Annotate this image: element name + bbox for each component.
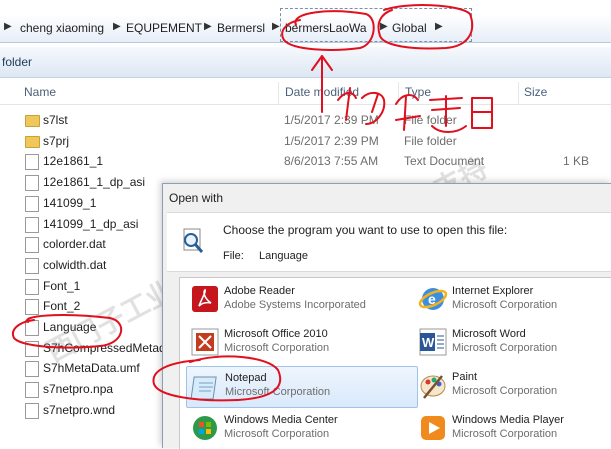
folder-icon (25, 135, 40, 148)
program-item[interactable]: Notepad Microsoft Corporation (186, 366, 418, 408)
column-divider[interactable] (278, 82, 279, 104)
file-name: s7lst (43, 113, 68, 127)
file-icon (25, 320, 39, 336)
file-name: Font_1 (43, 278, 81, 293)
breadcrumb-item[interactable]: cheng xiaoming (20, 21, 104, 35)
file-row[interactable]: s7prj 1/5/2017 2:39 PM File folder (0, 131, 611, 151)
file-icon (25, 278, 39, 295)
nav-arrow-icon[interactable]: ▶ (4, 21, 12, 32)
internet-explorer-icon: e (418, 288, 448, 310)
program-name: Paint (452, 371, 478, 383)
file-name: 141099_1 (43, 195, 97, 210)
svg-text:W: W (422, 335, 435, 350)
folder-icon (25, 115, 40, 127)
column-date[interactable]: Date modified (285, 85, 359, 99)
program-company: Microsoft Corporation (224, 428, 330, 440)
file-date: 8/6/2013 7:55 AM (284, 154, 379, 169)
dialog-prompt: Choose the program you want to use to op… (223, 223, 508, 237)
file-name: 141099_1_dp_asi (43, 216, 139, 231)
program-list[interactable]: Adobe Reader Adobe Systems Incorporated e I… (179, 277, 611, 449)
file-name: 12e1861_1 (43, 154, 104, 169)
program-name: Notepad (225, 372, 267, 384)
file-value: Language (259, 250, 308, 262)
word-icon: W (419, 328, 447, 356)
program-name: Internet Explorer (452, 285, 534, 297)
file-icon (25, 299, 39, 316)
column-name[interactable]: Name (24, 85, 56, 99)
program-company: Microsoft Corporation (452, 428, 558, 440)
program-company: Adobe Systems Incorporated (224, 299, 366, 311)
file-icon (25, 382, 39, 399)
file-row[interactable]: 12e1861_1 8/6/2013 7:55 AM Text Document 1 … (0, 151, 611, 171)
dialog-title: Open with (169, 191, 224, 205)
command-bar-label[interactable]: folder (2, 55, 32, 69)
file-icon (25, 340, 39, 357)
program-item[interactable]: Paint Microsoft Corporation (414, 366, 611, 406)
open-with-dialog: Open with Choose the program you want to… (162, 183, 611, 449)
file-date: 1/5/2017 2:39 PM (284, 113, 379, 127)
file-name: s7netpro.npa (43, 382, 114, 397)
command-bar: folder (0, 47, 611, 78)
program-name: Microsoft Word (452, 328, 526, 340)
file-icon (25, 175, 39, 192)
office-icon (191, 328, 219, 356)
notepad-icon (191, 376, 217, 400)
file-name: colwidth.dat (43, 257, 107, 272)
file-name: s7netpro.wnd (43, 402, 116, 417)
program-name: Microsoft Office 2010 (224, 328, 328, 340)
program-name: Windows Media Player (452, 414, 564, 426)
program-item[interactable]: W Microsoft Word Microsoft Corporation (414, 323, 611, 363)
program-item[interactable]: e Internet Explorer Microsoft Corporation (414, 280, 611, 320)
file-icon (25, 361, 39, 378)
program-company: Microsoft Corporation (224, 342, 330, 354)
column-divider[interactable] (518, 82, 519, 104)
column-type[interactable]: Type (405, 85, 431, 99)
media-player-icon (421, 416, 445, 440)
file-icon (25, 195, 39, 212)
breadcrumb-arrow-icon[interactable]: ▶ (272, 21, 280, 32)
program-company: Microsoft Corporation (452, 299, 558, 311)
program-item[interactable]: Adobe Reader Adobe Systems Incorporated (186, 280, 416, 320)
column-header: Name Date modified Type Size (0, 82, 611, 105)
program-item[interactable]: Windows Media Player Microsoft Corporatio… (414, 409, 611, 449)
column-divider[interactable] (398, 82, 399, 104)
file-icon (25, 216, 39, 233)
adobe-reader-icon (192, 286, 218, 312)
breadcrumb-item[interactable]: EQUPEMENT (126, 21, 202, 35)
program-company: Microsoft Corporation (225, 386, 331, 398)
file-label: File: (223, 250, 244, 262)
selection-marquee (280, 8, 472, 42)
program-name: Adobe Reader (224, 285, 295, 297)
dialog-header: Choose the program you want to use to op… (167, 212, 611, 272)
file-icon (25, 402, 39, 419)
program-item[interactable]: Windows Media Center Microsoft Corporatio… (186, 409, 416, 449)
magnifier-icon (183, 228, 204, 253)
file-size: 1 KB (562, 154, 589, 169)
svg-text:e: e (428, 291, 436, 307)
file-date: 1/5/2017 2:39 PM (284, 133, 379, 148)
file-type: File folder (404, 113, 457, 127)
paint-icon (420, 375, 446, 399)
file-icon (25, 154, 39, 171)
media-center-icon (193, 416, 217, 440)
file-icon (25, 257, 39, 274)
file-row[interactable]: s7lst 1/5/2017 2:39 PM File folder (0, 110, 611, 130)
column-size[interactable]: Size (524, 85, 547, 99)
program-company: Microsoft Corporation (452, 385, 558, 397)
breadcrumb-arrow-icon[interactable]: ▶ (113, 21, 121, 32)
program-company: Microsoft Corporation (452, 342, 558, 354)
file-name: colorder.dat (43, 237, 106, 252)
breadcrumb-item[interactable]: Bermersl (217, 21, 265, 35)
file-name: s7prj (43, 133, 70, 148)
program-item[interactable]: Microsoft Office 2010 Microsoft Corporati… (186, 323, 416, 363)
file-icon (25, 237, 39, 254)
breadcrumb-arrow-icon[interactable]: ▶ (204, 21, 212, 32)
file-name: 12e1861_1_dp_asi (43, 175, 146, 190)
program-name: Windows Media Center (224, 414, 338, 426)
file-name: Font_2 (43, 299, 81, 314)
address-bar[interactable]: ▶ cheng xiaoming ▶ EQUPEMENT ▶ Bermersl … (0, 8, 611, 43)
file-type: File folder (404, 133, 457, 148)
